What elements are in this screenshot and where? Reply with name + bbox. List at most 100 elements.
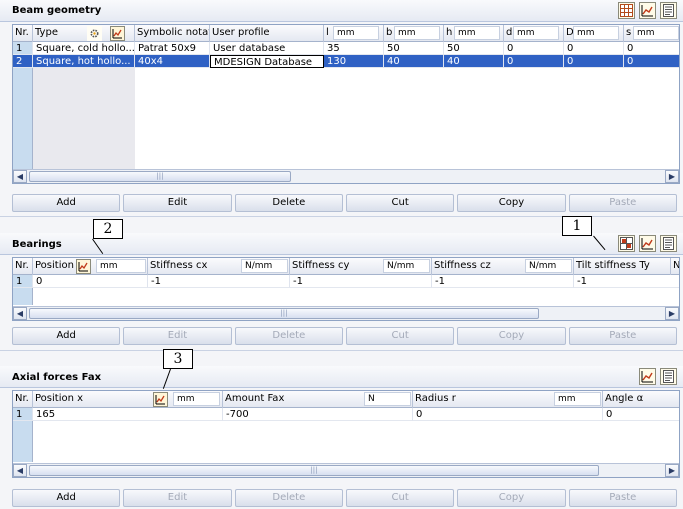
callout-3: 3 xyxy=(163,349,193,369)
unit-b[interactable]: mm xyxy=(394,26,440,40)
cell-h[interactable]: 50 xyxy=(444,42,504,55)
chart-icon[interactable] xyxy=(153,392,168,407)
cell-user-profile[interactable]: MDESIGN Database xyxy=(210,55,324,68)
gear-icon[interactable] xyxy=(87,26,102,41)
unit-h[interactable]: mm xyxy=(454,26,500,40)
cell-ty[interactable]: -1 xyxy=(574,275,679,288)
paste-button[interactable]: Paste xyxy=(568,489,677,507)
cell-amount[interactable]: -700 xyxy=(223,408,413,421)
cut-button[interactable]: Cut xyxy=(345,489,455,507)
scroll-right-arrow[interactable]: ▶ xyxy=(665,307,679,320)
delete-button[interactable]: Delete xyxy=(234,489,343,507)
unit-cx[interactable]: N/mm xyxy=(241,259,288,273)
unit-l[interactable]: mm xyxy=(333,26,379,40)
cell-angle[interactable]: 0 xyxy=(603,408,679,421)
bearing-table-icon[interactable] xyxy=(618,235,635,252)
unit-radius[interactable]: mm xyxy=(554,392,601,406)
add-button[interactable]: Add xyxy=(12,194,121,212)
cut-button[interactable]: Cut xyxy=(345,327,455,345)
scroll-thumb[interactable]: ||| xyxy=(29,308,539,319)
unit-s[interactable]: mm xyxy=(633,26,679,40)
table-row-selected[interactable]: 2 Square, hot hollo... 40x4 MDESIGN Data… xyxy=(13,55,679,68)
row-nr: 1 xyxy=(13,275,33,288)
cell-D[interactable]: 0 xyxy=(564,42,624,55)
scroll-thumb[interactable]: ||| xyxy=(29,465,599,476)
copy-button[interactable]: Copy xyxy=(457,489,566,507)
cell-h[interactable]: 40 xyxy=(444,55,504,68)
scroll-right-arrow[interactable]: ▶ xyxy=(665,170,679,183)
unit-cz[interactable]: N/mm xyxy=(525,259,572,273)
delete-button[interactable]: Delete xyxy=(234,194,343,212)
scroll-left-arrow[interactable]: ◀ xyxy=(13,170,27,183)
cell-type[interactable]: Square, cold hollo... xyxy=(33,42,135,55)
col-position-label: Position x xyxy=(35,393,84,404)
row-nr: 1 xyxy=(13,42,33,55)
cell-b[interactable]: 40 xyxy=(384,55,444,68)
chart-icon[interactable] xyxy=(110,26,125,41)
add-button[interactable]: Add xyxy=(12,489,121,507)
scroll-left-arrow[interactable]: ◀ xyxy=(13,307,27,320)
delete-button[interactable]: Delete xyxy=(234,327,343,345)
cell-radius[interactable]: 0 xyxy=(413,408,603,421)
axial-forces-title-bar: Axial forces Fax xyxy=(0,366,683,388)
notes-icon[interactable] xyxy=(660,2,677,19)
bearings-title: Bearings xyxy=(12,239,62,250)
cell-cx[interactable]: -1 xyxy=(148,275,290,288)
unit-D[interactable]: mm xyxy=(573,26,619,40)
table-row[interactable]: 1 165 -700 0 0 xyxy=(13,408,679,421)
table-icon[interactable] xyxy=(618,2,635,19)
copy-button[interactable]: Copy xyxy=(457,194,566,212)
cell-l[interactable]: 35 xyxy=(324,42,384,55)
cell-d[interactable]: 0 xyxy=(504,42,564,55)
scroll-left-arrow[interactable]: ◀ xyxy=(13,464,27,477)
edit-button[interactable]: Edit xyxy=(123,194,232,212)
axial-forces-panel: Axial forces Fax Nr. Position x mm Amoun… xyxy=(0,366,683,509)
col-position-label: Position xyxy=(35,260,74,271)
unit-amount[interactable]: N xyxy=(364,392,411,406)
cell-D[interactable]: 0 xyxy=(564,55,624,68)
cell-s[interactable]: 0 xyxy=(624,55,679,68)
edit-button[interactable]: Edit xyxy=(123,327,232,345)
unit-position[interactable]: mm xyxy=(96,259,146,273)
cell-cy[interactable]: -1 xyxy=(290,275,432,288)
unit-cy[interactable]: N/mm xyxy=(383,259,430,273)
copy-button[interactable]: Copy xyxy=(457,327,566,345)
col-amount-label: Amount Fax xyxy=(225,393,285,404)
col-tilt-unit: N xyxy=(673,260,680,271)
unit-position[interactable]: mm xyxy=(173,392,220,406)
chart-icon[interactable] xyxy=(639,368,656,385)
cell-s[interactable]: 0 xyxy=(624,42,679,55)
chart-icon[interactable] xyxy=(639,235,656,252)
axial-forces-title: Axial forces Fax xyxy=(12,372,102,383)
cell-type[interactable]: Square, hot hollo... xyxy=(33,55,135,68)
scroll-thumb[interactable]: ||| xyxy=(29,171,291,182)
cell-position[interactable]: 165 xyxy=(33,408,223,421)
cell-symbolic[interactable]: Patrat 50x9 xyxy=(135,42,210,55)
edit-button[interactable]: Edit xyxy=(123,489,232,507)
bearings-horizontal-scrollbar[interactable]: ◀ ||| ▶ xyxy=(13,306,679,320)
beam-geometry-title-bar: Beam geometry xyxy=(0,0,683,22)
cell-d[interactable]: 0 xyxy=(504,55,564,68)
cell-position[interactable]: 0 xyxy=(33,275,148,288)
cell-b[interactable]: 50 xyxy=(384,42,444,55)
paste-button[interactable]: Paste xyxy=(568,327,677,345)
paste-button[interactable]: Paste xyxy=(568,194,677,212)
axial-horizontal-scrollbar[interactable]: ◀ ||| ▶ xyxy=(13,463,679,477)
unit-d[interactable]: mm xyxy=(513,26,559,40)
notes-icon[interactable] xyxy=(660,235,677,252)
scroll-right-arrow[interactable]: ▶ xyxy=(665,464,679,477)
beam-horizontal-scrollbar[interactable]: ◀ ||| ▶ xyxy=(13,169,679,183)
cut-button[interactable]: Cut xyxy=(345,194,455,212)
cell-l[interactable]: 130 xyxy=(324,55,384,68)
notes-icon[interactable] xyxy=(660,368,677,385)
table-row[interactable]: 1 0 -1 -1 -1 -1 xyxy=(13,275,679,288)
col-b-label: b xyxy=(386,27,393,38)
chart-icon[interactable] xyxy=(639,2,656,19)
col-cy-label: Stiffness cy xyxy=(292,260,350,271)
cell-user-profile[interactable]: User database xyxy=(210,42,324,55)
table-row[interactable]: 1 Square, cold hollo... Patrat 50x9 User… xyxy=(13,42,679,55)
add-button[interactable]: Add xyxy=(12,327,121,345)
cell-symbolic[interactable]: 40x4 xyxy=(135,55,210,68)
chart-icon[interactable] xyxy=(76,259,91,274)
cell-cz[interactable]: -1 xyxy=(432,275,574,288)
